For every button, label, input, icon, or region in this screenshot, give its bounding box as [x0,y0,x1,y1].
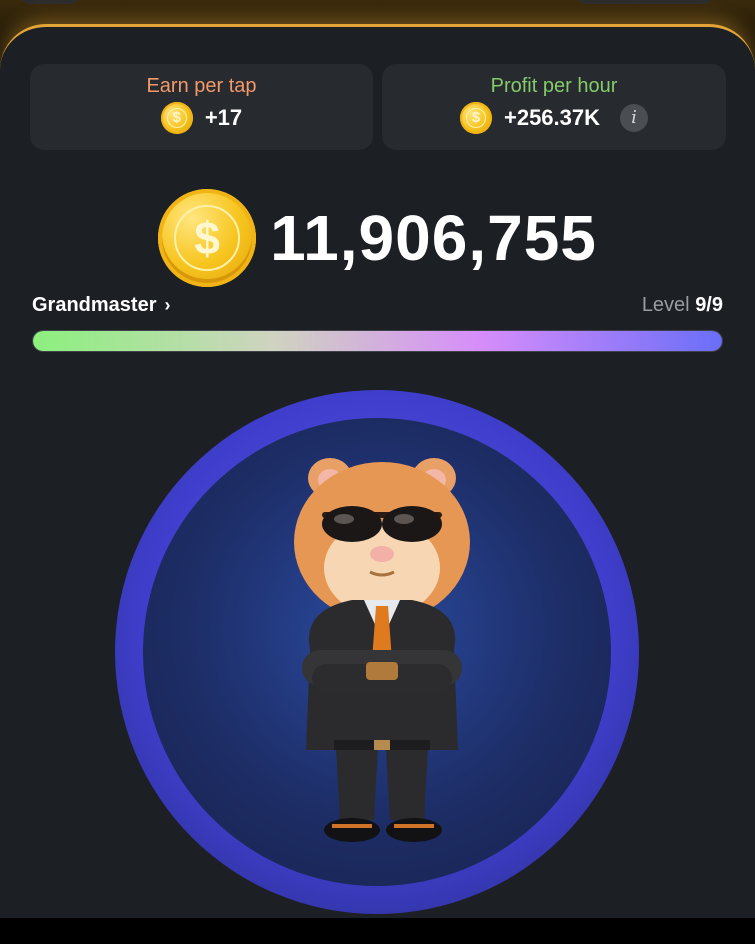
info-icon[interactable]: i [620,104,649,132]
level-progress-bar [32,330,723,352]
rank-name: Grandmaster [32,294,157,316]
header-tab-right[interactable] [575,0,715,4]
level-progress-fill [33,331,722,351]
coin-icon: $ [160,102,193,134]
earn-per-tap-card[interactable]: Earn per tap $ +17 [30,64,373,150]
earn-per-tap-label: Earn per tap [146,75,257,97]
bottom-bar [0,918,755,944]
level-label: Level [641,294,690,316]
header-tab-left[interactable] [20,0,80,4]
profit-per-hour-card[interactable]: Profit per hour $ +256.37K i [382,64,726,150]
balance-value: 11,906,755 [270,202,597,274]
profit-per-hour-value: +256.37K [503,105,601,130]
rank-link[interactable]: Grandmaster › [32,294,171,317]
coin-balance: $ 11,906,755 [0,188,755,288]
level-value: 9/9 [695,294,723,316]
coin-icon: $ [158,189,257,287]
profit-per-hour-label: Profit per hour [490,75,618,97]
tap-screen: Earn per tap $ +17 Profit per hour $ +25… [0,0,755,944]
coin-icon: $ [459,102,492,134]
level-indicator: Level 9/9 [642,294,723,317]
chevron-right-icon: › [164,295,171,315]
hamster-ceo-character[interactable] [282,450,482,850]
earn-per-tap-value: +17 [204,105,243,130]
